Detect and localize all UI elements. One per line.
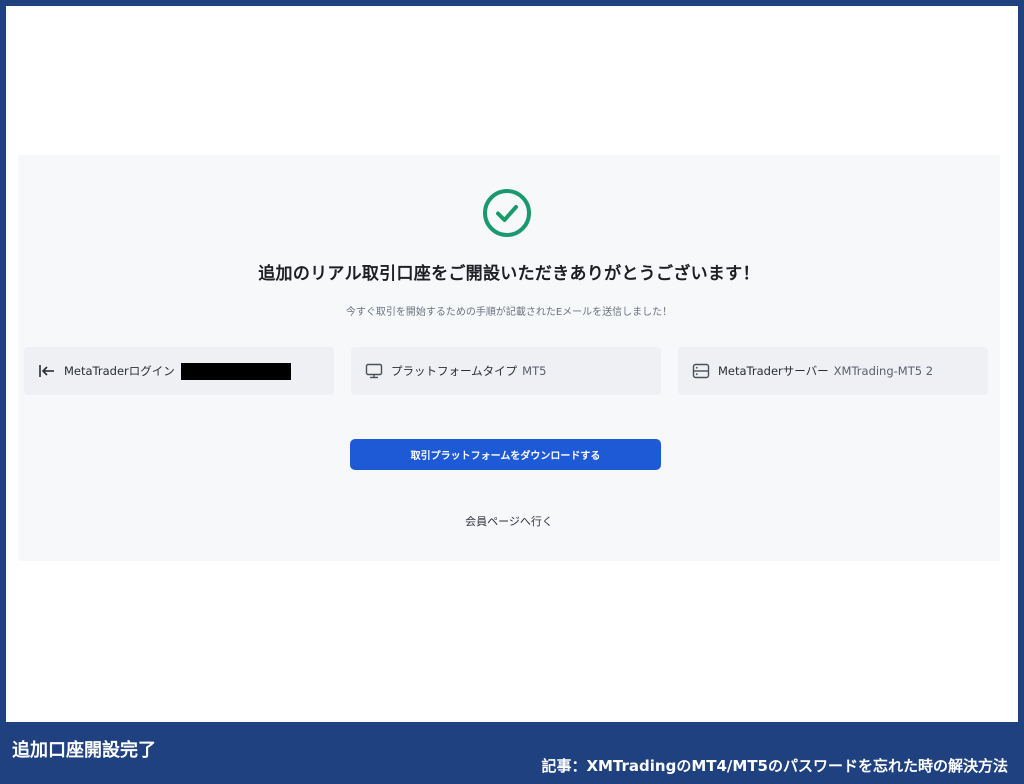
monitor-icon bbox=[365, 362, 383, 380]
server-icon bbox=[692, 362, 710, 380]
success-panel: 追加のリアル取引口座をご開設いただきありがとうございます！ 今すぐ取引を開始する… bbox=[18, 155, 1000, 561]
platform-value: MT5 bbox=[522, 364, 547, 378]
login-arrow-icon bbox=[38, 362, 56, 380]
download-platform-button[interactable]: 取引プラットフォームをダウンロードする bbox=[350, 439, 661, 470]
server-label: MetaTraderサーバー bbox=[718, 364, 829, 378]
caption-title: 追加口座開設完了 bbox=[12, 740, 156, 761]
info-card-platform: プラットフォームタイプ MT5 bbox=[351, 347, 661, 395]
success-subtext: 今すぐ取引を開始するための手順が記載されたEメールを送信しました！ bbox=[345, 307, 673, 318]
redacted-login-value bbox=[180, 362, 291, 380]
info-card-server: MetaTraderサーバー XMTrading-MT5 2 bbox=[678, 347, 988, 395]
server-value: XMTrading-MT5 2 bbox=[833, 364, 934, 378]
caption-article: 記事：XMTradingのMT4/MT5のパスワードを忘れた時の解決方法 bbox=[541, 757, 1008, 775]
info-card-login: MetaTraderログイン bbox=[24, 347, 334, 395]
check-circle-icon bbox=[482, 188, 532, 238]
screenshot-frame: 追加のリアル取引口座をご開設いただきありがとうございます！ 今すぐ取引を開始する… bbox=[6, 6, 1018, 722]
success-headline: 追加のリアル取引口座をご開設いただきありがとうございます！ bbox=[258, 264, 760, 284]
member-page-link[interactable]: 会員ページへ行く bbox=[18, 513, 1000, 529]
platform-label: プラットフォームタイプ bbox=[391, 364, 518, 378]
login-label: MetaTraderログイン bbox=[64, 364, 175, 378]
